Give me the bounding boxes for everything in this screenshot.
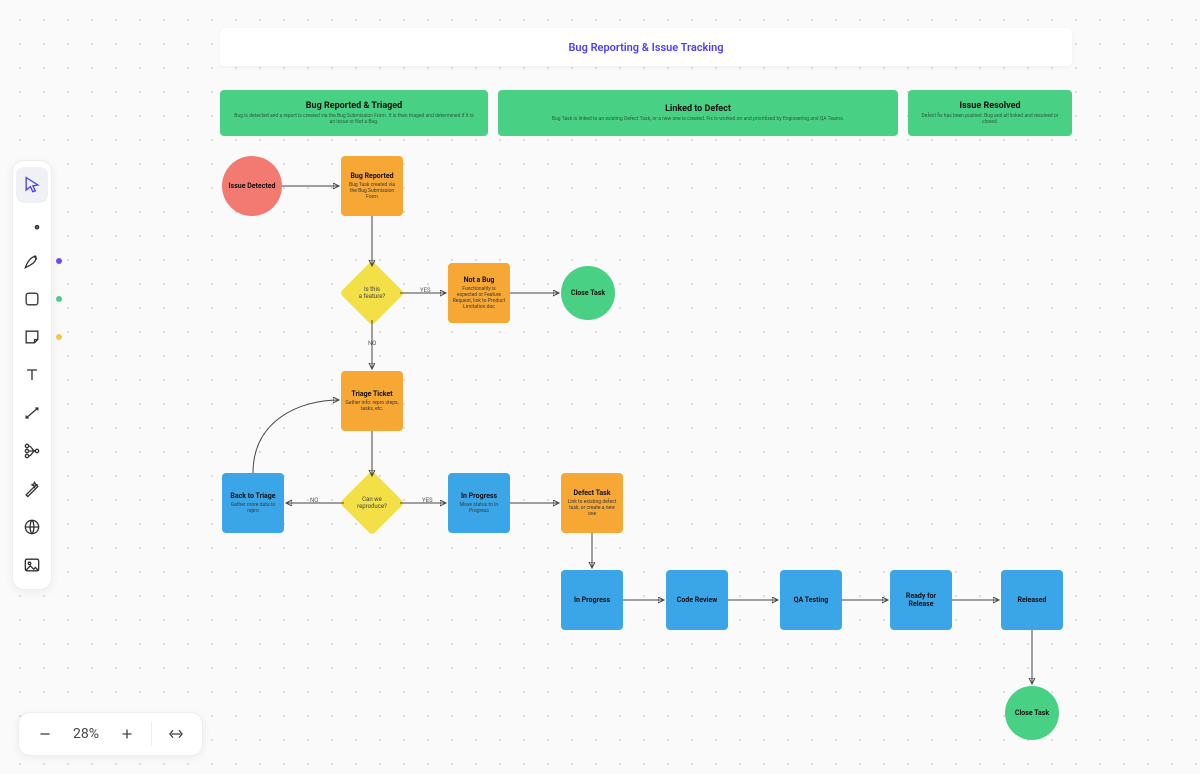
node-title: Ready for Release (894, 592, 948, 608)
node-qa-testing[interactable]: QA Testing (780, 570, 842, 630)
lane-subtitle: Bug Task is linked to an existing Defect… (552, 116, 844, 122)
node-title: Back to Triage (230, 492, 275, 500)
node-close-task-2[interactable]: Close Task (1005, 686, 1059, 740)
node-code-review[interactable]: Code Review (666, 570, 728, 630)
node-bug-reported[interactable]: Bug Reported Bug Task created via the Bu… (341, 156, 403, 216)
node-title: In Progress (461, 492, 497, 500)
node-ready-release[interactable]: Ready for Release (890, 570, 952, 630)
lane-linked[interactable]: Linked to Defect Bug Task is linked to a… (498, 90, 898, 136)
node-title: In Progress (574, 596, 610, 604)
lane-title: Issue Resolved (959, 101, 1020, 111)
node-decision-reproduce[interactable]: Can we reproduce? (341, 472, 403, 534)
node-subtitle: Gather info: repro steps, tasks, etc. (345, 400, 399, 412)
node-subtitle: Bug Task created via the Bug Submission … (345, 182, 399, 200)
decision-line1: Is this (364, 286, 380, 293)
node-back-to-triage[interactable]: Back to Triage Gather more data to repro (222, 473, 284, 533)
node-subtitle: Move status to In Progress (452, 502, 506, 514)
lane-resolved[interactable]: Issue Resolved Defect fix has been pushe… (908, 90, 1072, 136)
node-subtitle: Functionality is expected or Feature Req… (452, 286, 506, 310)
node-in-progress-2[interactable]: In Progress (561, 570, 623, 630)
node-title: Close Task (1015, 709, 1049, 717)
node-title: Triage Ticket (351, 390, 392, 398)
node-triage[interactable]: Triage Ticket Gather info: repro steps, … (341, 371, 403, 431)
node-title: QA Testing (794, 596, 829, 604)
node-close-task-1[interactable]: Close Task (561, 266, 615, 320)
lane-subtitle: Bug is detected and a report is created … (232, 113, 476, 125)
decision-line1: Can we (362, 496, 382, 503)
edge-label-no1: NO (366, 340, 378, 347)
lane-subtitle: Defect fix has been pushed. Bug and all … (920, 113, 1060, 125)
canvas: Bug Reporting & Issue Tracking Bug Repor… (0, 0, 1200, 774)
node-not-a-bug[interactable]: Not a Bug Functionality is expected or F… (448, 263, 510, 323)
node-issue-detected[interactable]: Issue Detected (222, 156, 282, 216)
decision-line2: a feature? (359, 293, 385, 300)
node-title: Not a Bug (464, 276, 495, 284)
node-released[interactable]: Released (1001, 570, 1063, 630)
node-title: Released (1018, 596, 1047, 604)
node-subtitle: Gather more data to repro (226, 502, 280, 514)
node-defect-task[interactable]: Defect Task Link to existing defect task… (561, 473, 623, 533)
node-in-progress-1[interactable]: In Progress Move status to In Progress (448, 473, 510, 533)
diagram-title[interactable]: Bug Reporting & Issue Tracking (220, 28, 1072, 66)
node-title: Issue Detected (229, 182, 276, 190)
node-title: Code Review (677, 596, 718, 604)
decision-line2: reproduce? (357, 503, 387, 510)
edge-label-no2: NO (308, 497, 320, 504)
node-subtitle: Link to existing defect task, or create … (565, 499, 619, 517)
lane-title: Bug Reported & Triaged (306, 101, 402, 111)
node-title: Bug Reported (350, 172, 393, 180)
lane-title: Linked to Defect (665, 104, 731, 114)
node-title: Defect Task (573, 489, 610, 497)
edge-label-yes2: YES (420, 497, 435, 504)
lane-reported[interactable]: Bug Reported & Triaged Bug is detected a… (220, 90, 488, 136)
edge-label-yes1: YES (418, 287, 433, 294)
node-decision-is-feature[interactable]: Is this a feature? (341, 262, 403, 324)
node-title: Close Task (571, 289, 605, 297)
